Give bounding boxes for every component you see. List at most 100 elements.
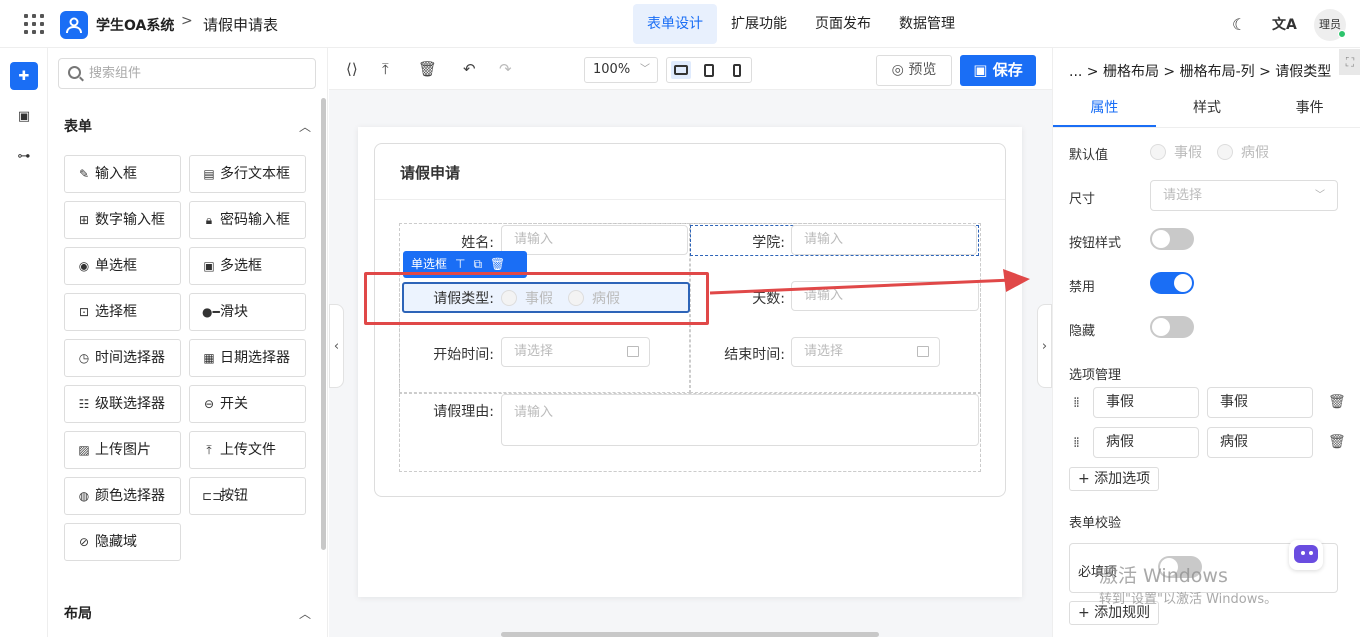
clear-trash-icon[interactable]: 🗑︎ [418,60,437,78]
selected-component-tag[interactable]: 单选框 ⊤ ⧉ 🗑︎ [403,251,527,278]
comp-switch[interactable]: ⊖ 开关 [189,385,306,423]
desktop-icon[interactable] [671,61,691,79]
left-rail: ✚ ▣ ⊶ [0,48,48,637]
translate-icon[interactable]: 文A [1272,14,1297,34]
button-icon: ⊏⊐ [202,489,223,503]
option-label-input[interactable]: 事假 [1093,387,1199,418]
tab-styles[interactable]: 样式 [1156,94,1259,127]
comp-date-picker[interactable]: ▦ 日期选择器 [189,339,306,377]
comp-password[interactable]: 🔒︎ 密码输入框 [189,201,306,239]
start-time-input[interactable]: 请选择 [501,337,650,367]
option-label-input[interactable]: 病假 [1093,427,1199,458]
tab-publish[interactable]: 页面发布 [801,4,885,44]
code-view-icon[interactable]: ⟨⟩ [346,60,358,78]
collapse-form-icon[interactable]: ︿ [299,118,311,135]
comp-hidden-field[interactable]: ⊘ 隐藏域 [64,523,181,561]
app-logo-icon [60,11,88,39]
tab-form-design[interactable]: 表单设计 [633,4,717,44]
radio-personal-leave[interactable]: 事假 [501,288,553,308]
preview-button[interactable]: ◎ 预览 [876,55,952,86]
app-title: 学生OA系统 [96,18,175,34]
floppy-icon: ▣ [973,61,993,79]
disabled-toggle[interactable] [1150,272,1194,294]
default-radio-personal[interactable]: 事假 [1150,142,1202,162]
code-icon[interactable]: ▣ [10,102,38,130]
comp-upload-file[interactable]: ⤒ 上传文件 [189,431,306,469]
tab-properties[interactable]: 属性 [1053,94,1156,127]
collapse-right-panel-button[interactable]: › [1037,304,1052,388]
palette-scrollbar[interactable] [321,98,326,550]
export-icon[interactable]: ⤒ [382,60,389,78]
canvas-horizontal-scrollbar[interactable] [501,632,879,637]
add-option-button[interactable]: + 添加选项 [1069,467,1160,491]
save-button[interactable]: ▣ 保存 [960,55,1036,86]
name-input[interactable]: 请输入 [501,225,688,255]
slider-icon: ●━ [202,305,220,319]
comp-checkbox[interactable]: ▣ 多选框 [189,247,306,285]
reason-textarea[interactable]: 请输入 [501,394,979,446]
drag-handle-icon[interactable]: ⁞⁞ [1073,435,1080,451]
redo-icon[interactable]: ↷ [499,60,512,78]
search-placeholder: 搜索组件 [89,66,142,81]
comp-select[interactable]: ⊡ 选择框 [64,293,181,331]
tab-data-management[interactable]: 数据管理 [885,4,969,44]
end-time-label: 结束时间: [724,347,785,363]
tree-icon[interactable]: ⊶ [10,142,38,170]
option-value-input[interactable]: 病假 [1207,427,1313,458]
card-title: 请假申请 [400,164,461,182]
comp-button[interactable]: ⊏⊐按钮 [189,477,306,515]
mobile-icon[interactable] [727,61,747,79]
zoom-select[interactable]: 100% ﹀ [584,57,658,83]
end-time-input[interactable]: 请选择 [791,337,940,367]
comp-upload-image[interactable]: ▨ 上传图片 [64,431,181,469]
comp-cascader[interactable]: ☷ 级联选择器 [64,385,181,423]
comp-number[interactable]: ⊞ 数字输入框 [64,201,181,239]
tablet-icon[interactable] [699,61,719,79]
calendar-icon [627,346,639,357]
reason-label: 请假理由: [433,404,494,420]
dark-mode-icon[interactable]: ☾ [1232,15,1246,34]
tab-events[interactable]: 事件 [1258,94,1360,127]
comp-textarea[interactable]: ▤ 多行文本框 [189,155,306,193]
radio-sick-leave[interactable]: 病假 [568,288,620,308]
comp-radio[interactable]: ◉ 单选框 [64,247,181,285]
section-title-form: 表单 [64,119,92,135]
avatar[interactable]: 理员 [1314,9,1346,41]
tab-extensions[interactable]: 扩展功能 [717,4,801,44]
clock-icon: ◷ [78,351,90,365]
hidden-toggle[interactable] [1150,316,1194,338]
component-palette: 搜索组件 表单 ︿ ✎ 输入框 ▤ 多行文本框 ⊞ 数字输入框 🔒︎ 密码输入框 ◉ 单选… [48,48,328,637]
collapse-left-panel-button[interactable]: ‹ [329,304,344,388]
copy-icon[interactable]: ⧉ [473,257,482,271]
form-card[interactable]: 请假申请 姓名: 请输入 学院: 请输入 单选框 ⊤ ⧉ 🗑︎ 请假类型: 事假 病假… [374,143,1006,497]
default-radio-sick[interactable]: 病假 [1217,142,1269,162]
size-select[interactable]: 请选择 ﹀ [1150,180,1338,211]
comp-color-picker[interactable]: ◍ 颜色选择器 [64,477,181,515]
drag-handle-icon[interactable]: ⁞⁞ [1073,395,1080,411]
annotation-arrow-icon [709,269,1030,295]
comp-input[interactable]: ✎ 输入框 [64,155,181,193]
button-style-toggle[interactable] [1150,228,1194,250]
option-value-input[interactable]: 事假 [1207,387,1313,418]
chevron-down-icon: ﹀ [1315,190,1325,201]
comp-time-picker[interactable]: ◷ 时间选择器 [64,339,181,377]
delete-option-icon[interactable]: 🗑︎ [1328,394,1346,410]
name-label: 姓名: [461,235,494,251]
button-style-label: 按钮样式 [1069,236,1122,251]
collapse-layout-icon[interactable]: ︿ [299,605,311,622]
move-top-icon[interactable]: ⊤ [455,257,465,271]
chevron-down-icon: ﹀ [640,64,650,75]
fullscreen-icon[interactable]: ⛶ [1339,49,1360,75]
college-input[interactable]: 请输入 [791,225,977,255]
assistant-bot-icon[interactable] [1289,540,1323,570]
radio-icon: ◉ [78,259,90,273]
delete-option-icon[interactable]: 🗑︎ [1328,434,1346,450]
apps-grid-icon[interactable] [24,14,44,34]
undo-icon[interactable]: ↶ [463,60,476,78]
windows-activation-watermark: 激活 Windows [1099,565,1228,587]
search-input[interactable]: 搜索组件 [58,58,316,89]
delete-icon[interactable]: 🗑︎ [490,257,505,271]
components-icon[interactable]: ✚ [10,62,38,90]
comp-slider[interactable]: ●━滑块 [189,293,306,331]
radio-circle-icon [568,290,584,306]
